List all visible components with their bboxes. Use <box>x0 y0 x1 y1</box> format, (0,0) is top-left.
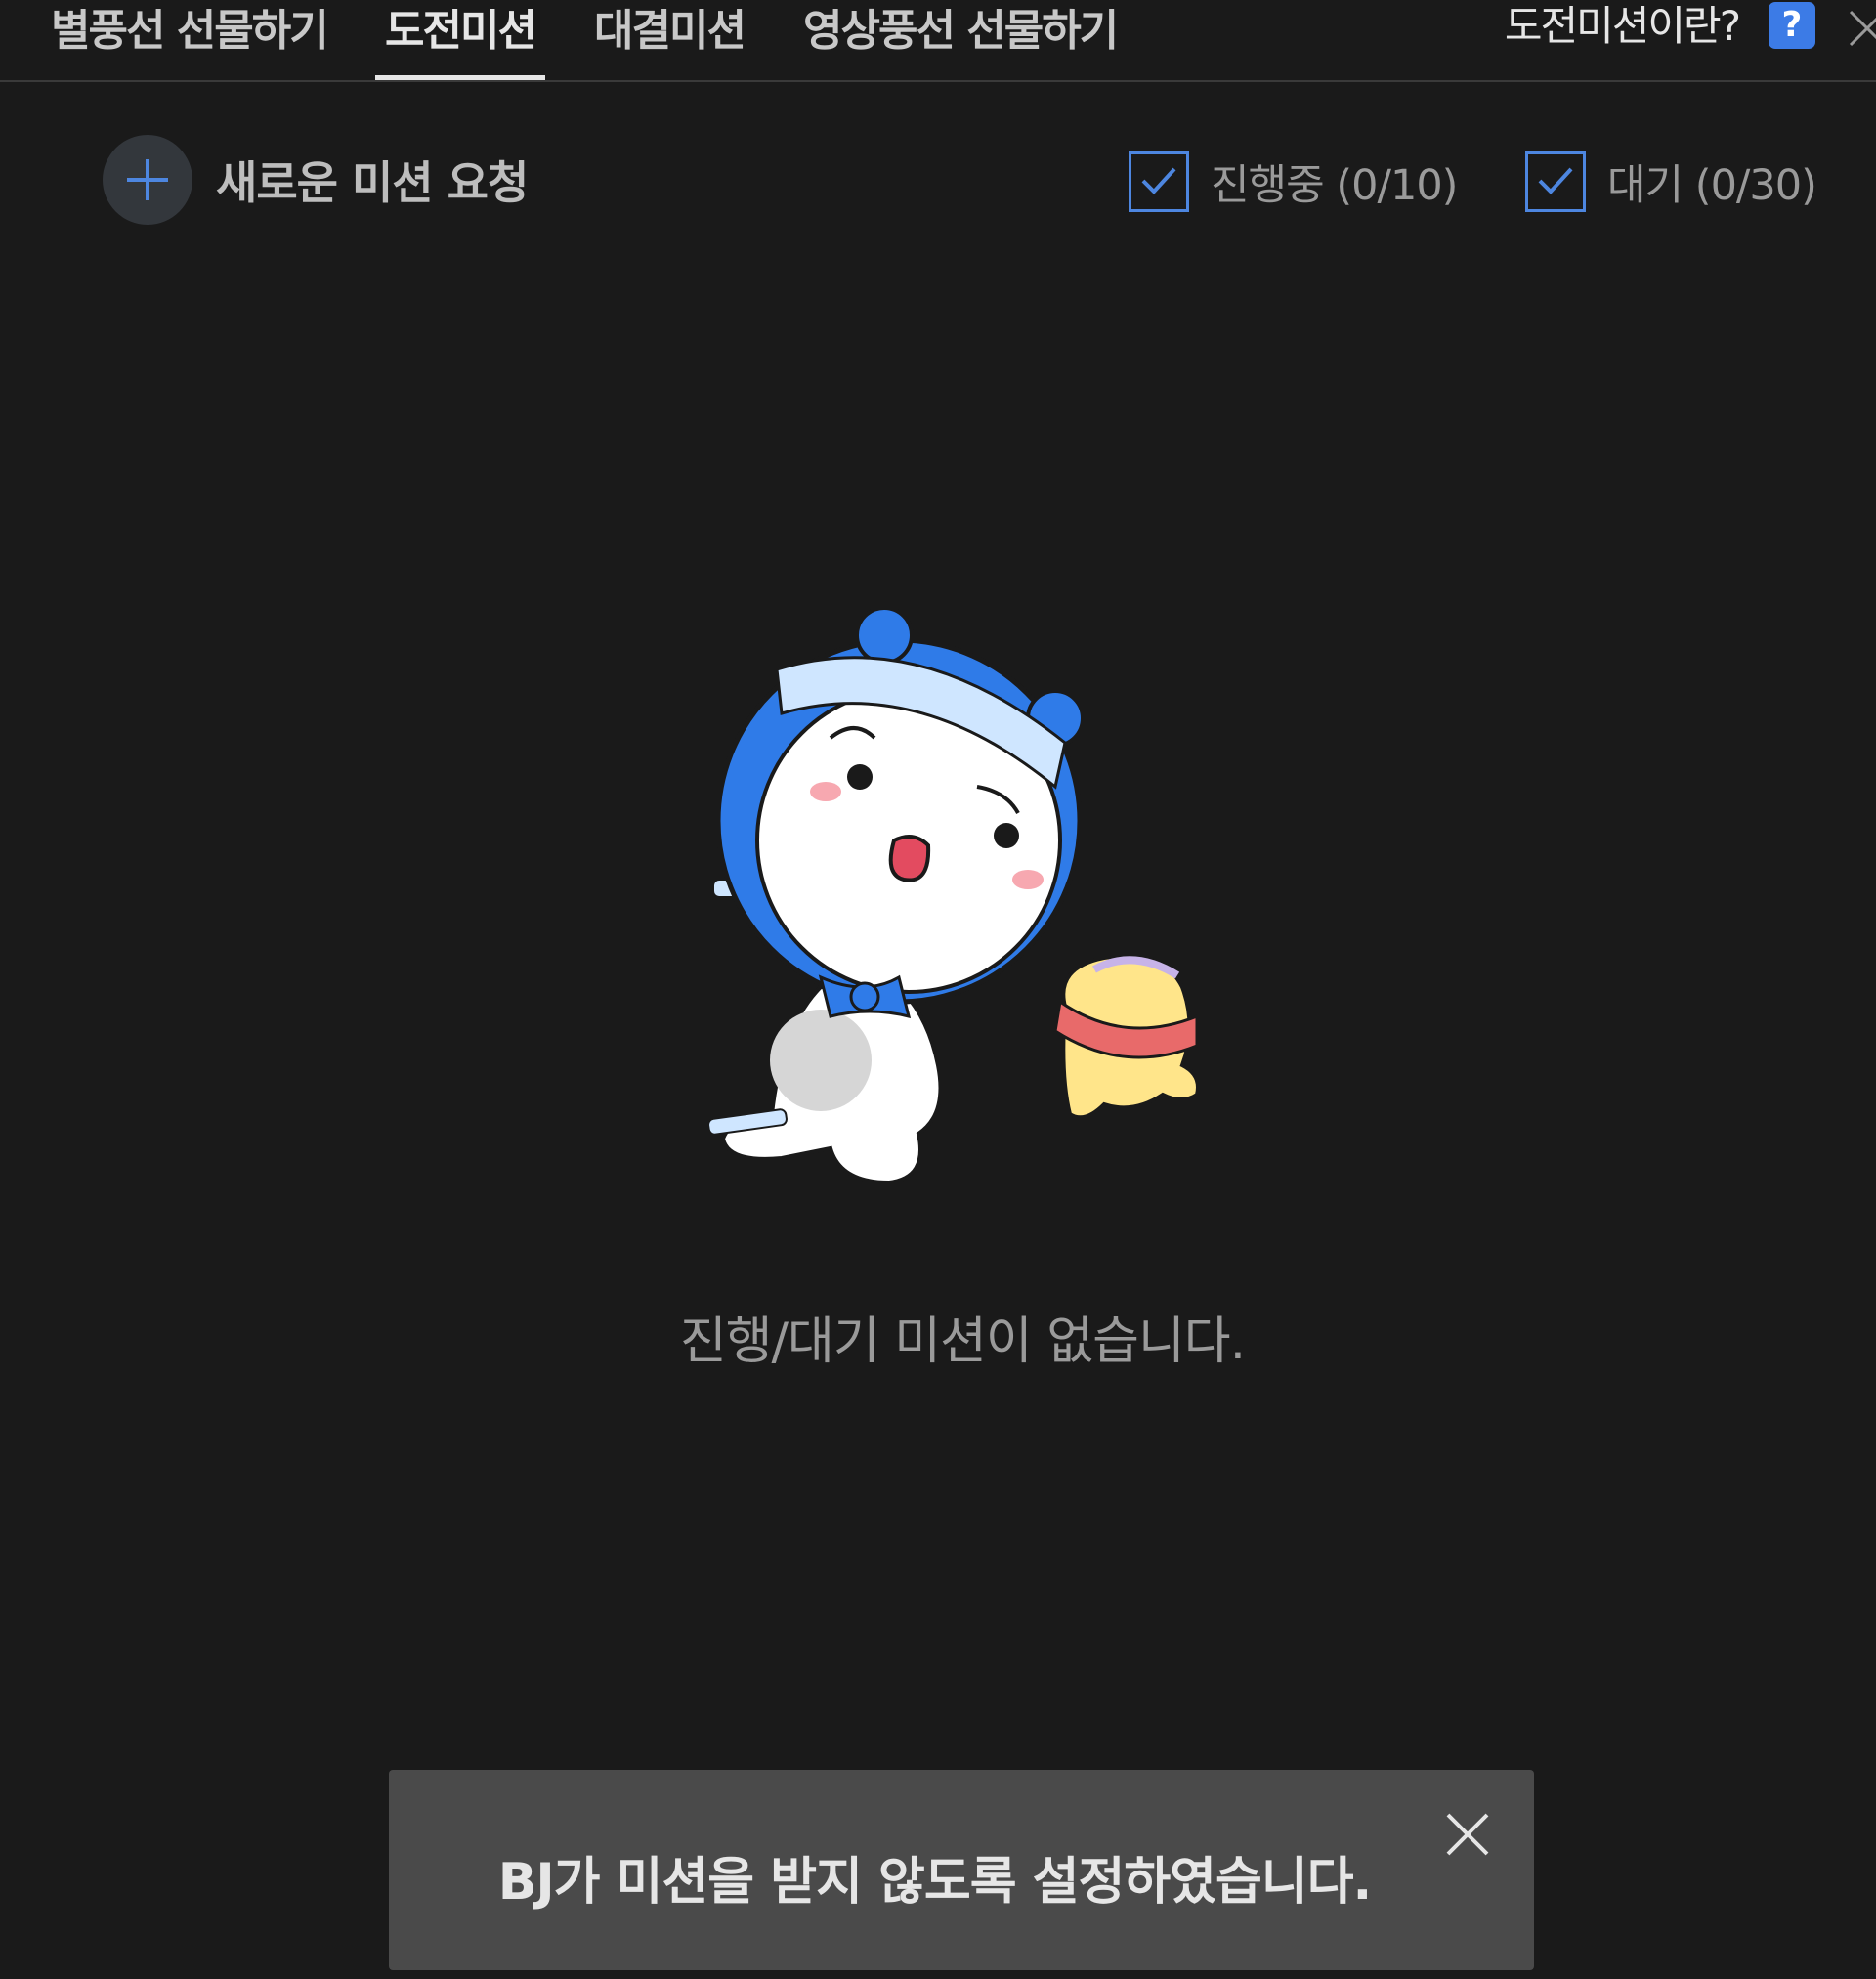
close-icon[interactable] <box>1444 1811 1491 1858</box>
waiting-filter-label: 대기 (0/30) <box>1607 161 1817 210</box>
checkmark-icon <box>1538 167 1573 194</box>
tab-star-balloon-gift[interactable]: 별풍선 선물하기 <box>51 0 329 80</box>
empty-state-message: 진행/대기 미션이 없습니다. <box>679 1312 1246 1371</box>
notification-toast: BJ가 미션을 받지 않도록 설정하였습니다. <box>389 1770 1534 1970</box>
plus-icon <box>103 135 192 225</box>
question-icon[interactable]: ? <box>1769 2 1815 49</box>
close-icon[interactable] <box>1845 6 1876 51</box>
new-mission-request-label: 새로운 미션 요청 <box>216 156 529 209</box>
toast-message: BJ가 미션을 받지 않도록 설정하였습니다. <box>497 1853 1373 1912</box>
new-mission-request-button[interactable]: 새로운 미션 요청 <box>103 135 529 225</box>
mission-panel: 별풍선 선물하기 도전미션 대결미션 영상풍선 선물하기 도전미션이란? ? 새… <box>0 0 1876 1979</box>
checkmark-icon <box>1141 167 1176 194</box>
challenge-mission-help-link[interactable]: 도전미션이란? <box>1505 0 1741 59</box>
in-progress-checkbox[interactable] <box>1129 151 1189 212</box>
tab-bar: 별풍선 선물하기 도전미션 대결미션 영상풍선 선물하기 도전미션이란? ? <box>0 0 1876 82</box>
in-progress-filter-label: 진행중 (0/10) <box>1211 161 1458 210</box>
tab-battle-mission[interactable]: 대결미션 <box>594 0 746 80</box>
tab-challenge-mission[interactable]: 도전미션 <box>375 0 545 80</box>
waiting-filter[interactable]: 대기 (0/30) <box>1525 149 1817 215</box>
waiting-checkbox[interactable] <box>1525 151 1586 212</box>
tab-video-balloon-gift[interactable]: 영상풍선 선물하기 <box>803 0 1119 80</box>
in-progress-filter[interactable]: 진행중 (0/10) <box>1129 149 1458 215</box>
empty-state-illustration <box>674 606 1280 1202</box>
